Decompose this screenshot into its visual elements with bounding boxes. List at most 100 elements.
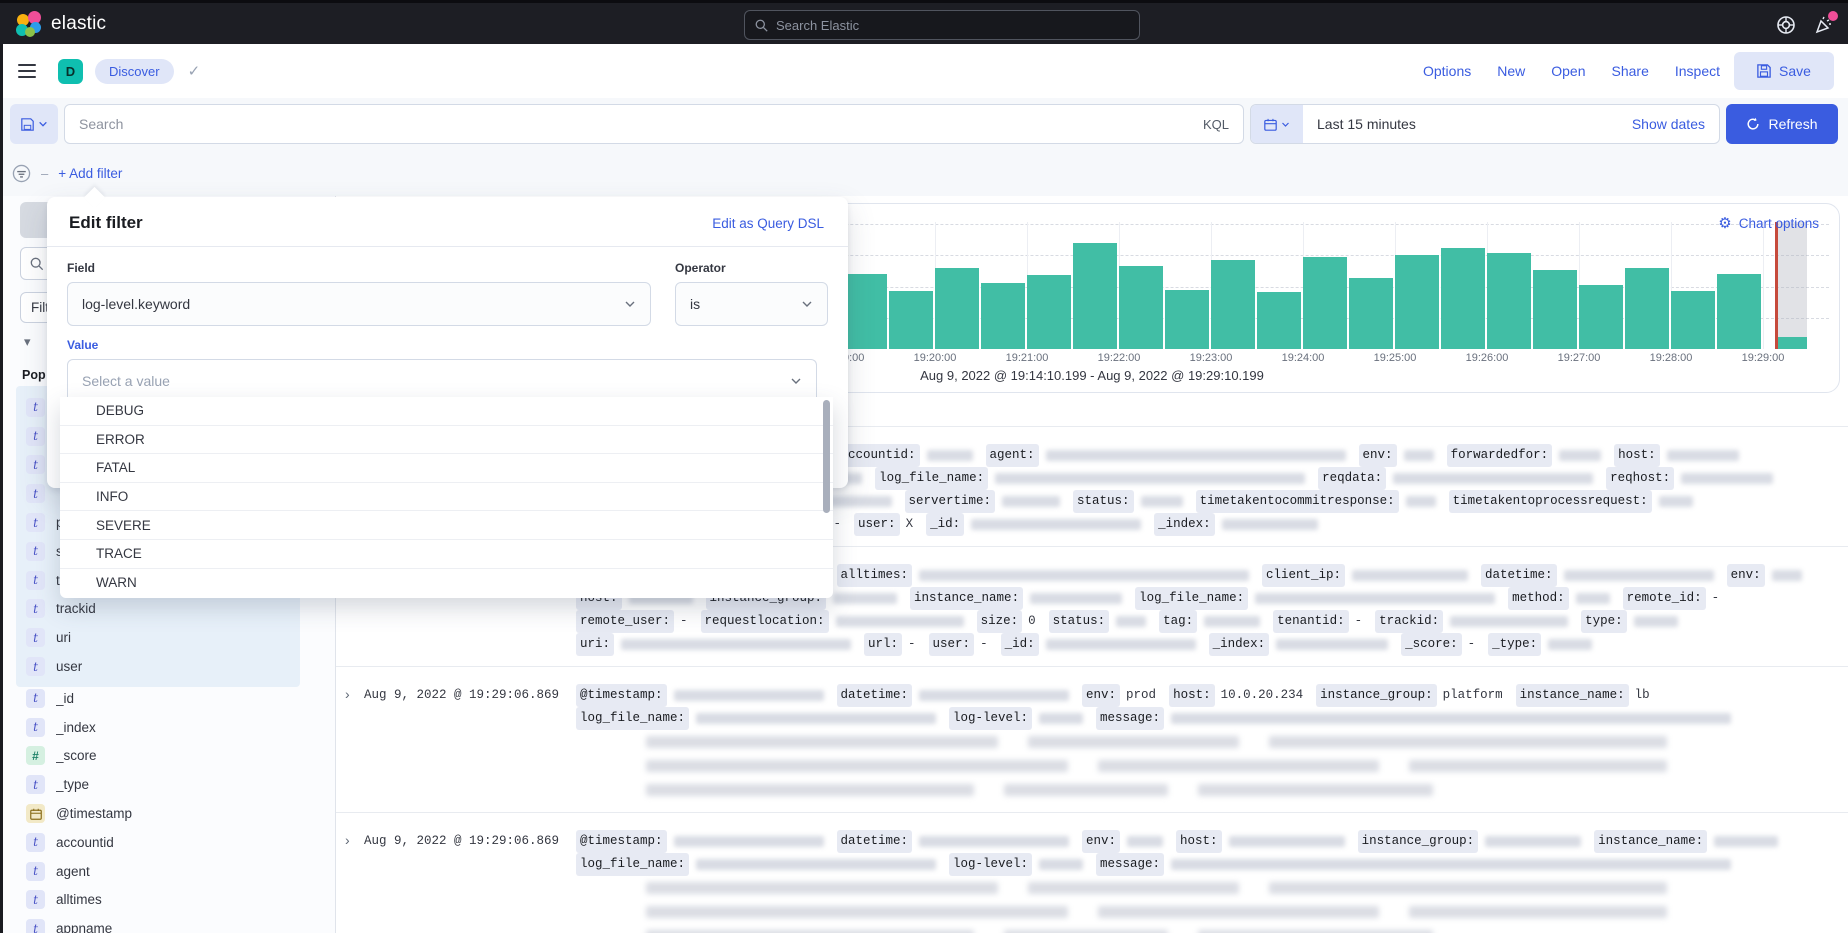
histogram-bar[interactable] [1027, 275, 1071, 349]
field-combobox-value: log-level.keyword [82, 296, 624, 312]
menu-hamburger-icon[interactable] [18, 64, 36, 78]
field-token: timetakentocommitresponse: [1196, 490, 1436, 513]
histogram-bar[interactable] [1395, 255, 1439, 349]
histogram-bar[interactable] [843, 274, 887, 349]
histogram-bar[interactable] [1211, 260, 1255, 349]
field-combobox[interactable]: log-level.keyword [67, 282, 651, 326]
sidebar-field-item[interactable]: talltimes [16, 886, 300, 915]
sidebar-field-item[interactable]: t_id [16, 684, 300, 713]
sidebar-field-item[interactable]: turi [16, 623, 300, 652]
partial-bucket-band [1778, 222, 1807, 349]
histogram-bar[interactable] [1165, 290, 1209, 349]
sidebar-field-label: user [56, 659, 82, 674]
text-type-icon: t [26, 862, 45, 881]
field-token: forwardedfor: [1447, 444, 1602, 467]
field-name-badge: forwardedfor: [1447, 444, 1553, 467]
number-type-icon: # [26, 746, 45, 765]
histogram-bar[interactable] [935, 268, 979, 349]
field-token: instance_name: [910, 587, 1122, 610]
time-range-value[interactable]: Last 15 minutes [1317, 116, 1632, 132]
refresh-button[interactable]: Refresh [1726, 104, 1838, 144]
histogram-bar[interactable] [1303, 257, 1347, 349]
sidebar-field-item[interactable]: taccountid [16, 828, 300, 857]
value-option-severe[interactable]: SEVERE [60, 511, 833, 540]
field-token: _index: [1154, 513, 1318, 536]
breadcrumb-discover[interactable]: Discover [95, 59, 174, 84]
expand-row-icon[interactable]: › [336, 684, 364, 704]
value-option-error[interactable]: ERROR [60, 426, 833, 455]
show-dates-link[interactable]: Show dates [1632, 116, 1705, 132]
saved-query-menu-button[interactable] [10, 104, 58, 144]
histogram-bar[interactable] [1579, 285, 1623, 349]
histogram-bar[interactable] [1533, 270, 1577, 349]
elastic-brand[interactable]: elastic [16, 11, 106, 37]
histogram-bar[interactable] [1717, 274, 1761, 349]
redacted-value [1667, 450, 1739, 461]
date-quick-menu-button[interactable] [1251, 105, 1303, 143]
field-token: log-level: [949, 853, 1083, 876]
value-option-debug[interactable]: DEBUG [60, 397, 833, 426]
text-type-icon: t [26, 455, 45, 474]
histogram-bar[interactable] [889, 291, 933, 349]
sidebar-field-item[interactable]: tappname [16, 914, 300, 933]
dropdown-scrollbar[interactable] [823, 400, 830, 513]
histogram-bar[interactable] [1441, 248, 1485, 349]
current-time-marker [1775, 222, 1778, 349]
chart-options-button[interactable]: ⚙ Chart options [1718, 216, 1819, 231]
toolbar-menu-new[interactable]: New [1497, 63, 1525, 79]
field-name-badge: url: [864, 633, 902, 656]
field-name-badge: requestlocation: [701, 610, 829, 633]
kql-language-button[interactable]: KQL [1193, 117, 1229, 132]
field-token: timetakentoprocessrequest: [1449, 490, 1693, 513]
sidebar-field-item[interactable]: @timestamp [16, 799, 300, 828]
edit-as-query-dsl-link[interactable]: Edit as Query DSL [712, 216, 824, 231]
toolbar-menu-options[interactable]: Options [1423, 63, 1471, 79]
help-icon[interactable] [1776, 15, 1796, 35]
field-value: prod [1126, 684, 1156, 707]
field-token: reqdata: [1318, 467, 1593, 490]
histogram-bar[interactable] [1487, 253, 1531, 349]
space-avatar[interactable]: D [58, 59, 83, 84]
value-option-warn[interactable]: WARN [60, 569, 833, 598]
save-button[interactable]: Save [1734, 52, 1834, 90]
sidebar-field-item[interactable]: t_type [16, 770, 300, 799]
filter-menu-icon[interactable] [12, 164, 31, 183]
histogram-bar[interactable] [1073, 243, 1117, 349]
field-token: host: [1614, 444, 1739, 467]
histogram-bar[interactable] [1257, 292, 1301, 349]
add-filter-link[interactable]: + Add filter [58, 166, 122, 181]
sidebar-field-item[interactable]: ttrackid [16, 595, 300, 624]
save-query-icon [21, 118, 34, 131]
v-gridline [1763, 222, 1764, 349]
text-type-icon: t [26, 571, 45, 590]
global-search-input[interactable]: Search Elastic [744, 10, 1140, 40]
sidebar-field-item[interactable]: tuser [16, 652, 300, 681]
field-token: size:0 [977, 610, 1036, 633]
histogram-bar[interactable] [1349, 278, 1393, 349]
sidebar-field-item[interactable]: t_index [16, 713, 300, 742]
histogram-bar-partial[interactable] [1778, 337, 1807, 349]
histogram-bar[interactable] [1119, 266, 1163, 349]
newsfeed-icon[interactable] [1814, 15, 1834, 35]
field-name-badge: servertime: [905, 490, 996, 513]
field-token: log-level: [949, 707, 1083, 730]
histogram-bar[interactable] [1625, 268, 1669, 349]
histogram-bar[interactable] [981, 283, 1025, 349]
text-type-icon: t [26, 398, 45, 417]
kql-search-input[interactable]: Search KQL [64, 104, 1244, 144]
value-option-info[interactable]: INFO [60, 483, 833, 512]
expand-row-icon[interactable]: › [336, 830, 364, 850]
toolbar-menu-share[interactable]: Share [1612, 63, 1649, 79]
sidebar-field-item[interactable]: tagent [16, 857, 300, 886]
redacted-value [833, 593, 897, 604]
value-option-trace[interactable]: TRACE [60, 540, 833, 569]
sidebar-field-item[interactable]: #_score [16, 742, 300, 771]
toolbar-menu-open[interactable]: Open [1551, 63, 1585, 79]
field-token: env: [1727, 564, 1802, 587]
operator-combobox[interactable]: is [675, 282, 828, 326]
toolbar-menu-inspect[interactable]: Inspect [1675, 63, 1720, 79]
row-source: @timestamp:datetime:env:prodhost:10.0.20… [576, 684, 1818, 802]
section-collapse-icon[interactable]: ▾ [24, 334, 31, 350]
value-option-fatal[interactable]: FATAL [60, 454, 833, 483]
histogram-bar[interactable] [1671, 291, 1715, 349]
